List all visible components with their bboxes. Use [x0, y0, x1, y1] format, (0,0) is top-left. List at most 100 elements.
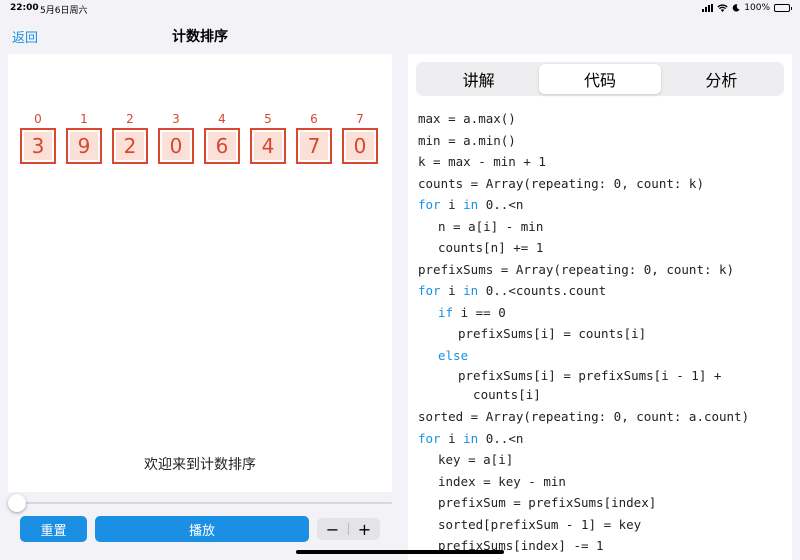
code-keyword: else	[438, 347, 469, 363]
array-index-label: 7	[356, 112, 364, 126]
status-indicators: 100%	[702, 3, 792, 13]
code-line: counts = Array(repeating: 0, count: k)	[418, 173, 749, 195]
code-line: else	[418, 345, 749, 367]
code-line: prefixSums[i] = counts[i]	[418, 323, 749, 345]
code-line: counts[n] += 1	[418, 237, 749, 259]
status-bar: 22:00 5月6日周六 100%	[0, 0, 800, 18]
code-keyword: in	[463, 283, 479, 298]
array-cell: 46	[204, 110, 240, 164]
array-index-label: 5	[264, 112, 272, 126]
code-text: 0..<n	[478, 430, 524, 446]
code-text: i	[440, 197, 464, 212]
status-message: 欢迎来到计数排序	[144, 457, 256, 473]
array-value: 2	[123, 134, 137, 158]
array-value-box: 9	[66, 128, 102, 164]
array-value-box: 0	[342, 128, 378, 164]
code-line: index = key - min	[418, 471, 749, 493]
navigation-bar: 返回 计数排序	[0, 18, 800, 52]
code-text: counts = Array(repeating: 0, count: k)	[418, 175, 704, 191]
array-value: 6	[215, 134, 229, 158]
code-text: prefixSum = prefixSums[index]	[438, 495, 657, 510]
array-value: 0	[169, 134, 183, 158]
code-panel: 讲解 代码 分析 max = a.max() min = a.min() k = max…	[408, 54, 792, 560]
code-text: k = max - min + 1	[418, 154, 546, 169]
array-cell: 67	[296, 110, 332, 164]
code-line: prefixSums = Array(repeating: 0, count: …	[418, 259, 749, 281]
array-value: 9	[77, 134, 91, 158]
progress-slider[interactable]	[8, 494, 392, 512]
code-line: n = a[i] - min	[418, 216, 749, 238]
moon-icon	[732, 4, 740, 12]
array-value: 0	[353, 134, 367, 158]
array-value: 3	[31, 134, 45, 158]
home-indicator	[296, 550, 504, 554]
code-text: counts[n] += 1	[438, 240, 544, 255]
code-text: sorted[prefixSum - 1] = key	[438, 516, 642, 532]
code-keyword: for	[418, 430, 441, 446]
reset-button[interactable]: 重置	[20, 516, 87, 542]
increment-button[interactable]: +	[349, 518, 380, 540]
wifi-icon	[717, 4, 728, 12]
code-line: if i == 0	[418, 302, 749, 324]
array-cell: 22	[112, 110, 148, 164]
code-text: prefixSums[i] = prefixSums[i - 1] + coun…	[458, 368, 722, 402]
visualization-panel: 0319223046546770 欢迎来到计数排序	[8, 54, 392, 492]
status-time: 22:00	[10, 3, 39, 13]
code-text: index = key - min	[438, 473, 566, 489]
code-line: for i in 0..<n	[418, 428, 749, 450]
code-line: prefixSums[i] = prefixSums[i - 1] + coun…	[418, 366, 749, 406]
code-view: max = a.max() min = a.min() k = max - min …	[418, 108, 749, 557]
page-title: 计数排序	[172, 29, 228, 45]
array-value-box: 3	[20, 128, 56, 164]
code-line: for i in 0..<counts.count	[418, 280, 749, 302]
code-keyword: if	[438, 304, 454, 320]
code-line: prefixSum = prefixSums[index]	[418, 492, 749, 514]
code-text: n = a[i] - min	[438, 218, 544, 234]
array-value-box: 2	[112, 128, 148, 164]
battery-percent: 100%	[744, 3, 770, 13]
back-button[interactable]: 返回	[12, 27, 38, 46]
array-value-box: 4	[250, 128, 286, 164]
code-keyword: in	[463, 197, 479, 212]
code-text: 0..<counts.count	[478, 283, 607, 298]
array-value-box: 0	[158, 128, 194, 164]
array-index-label: 1	[80, 112, 88, 126]
slider-thumb[interactable]	[8, 494, 26, 512]
array-cell: 03	[20, 110, 56, 164]
array-index-label: 0	[34, 112, 42, 126]
tab-control: 讲解 代码 分析	[416, 62, 784, 96]
code-text: i	[440, 283, 464, 298]
code-text: i == 0	[453, 304, 506, 320]
code-keyword: for	[418, 283, 441, 298]
code-line: for i in 0..<n	[418, 194, 749, 216]
array-view: 0319223046546770	[20, 110, 378, 164]
array-value-box: 7	[296, 128, 332, 164]
code-text: prefixSums = Array(repeating: 0, count: …	[418, 261, 735, 277]
decrement-button[interactable]: −	[317, 518, 348, 540]
code-line: sorted[prefixSum - 1] = key	[418, 514, 749, 536]
tab-0[interactable]: 讲解	[418, 64, 539, 94]
code-text: 0..<n	[478, 197, 524, 212]
tab-1[interactable]: 代码	[539, 64, 661, 94]
code-line: max = a.max()	[418, 108, 749, 130]
slider-track	[8, 502, 392, 504]
array-index-label: 6	[310, 112, 318, 126]
code-keyword: in	[463, 430, 479, 446]
code-keyword: for	[418, 197, 441, 212]
code-text: prefixSums[i] = counts[i]	[458, 326, 647, 341]
status-date: 5月6日周六	[40, 6, 88, 16]
array-value: 4	[261, 134, 275, 158]
array-cell: 30	[158, 110, 194, 164]
array-index-label: 2	[126, 112, 134, 126]
tab-2[interactable]: 分析	[661, 64, 782, 94]
code-line: sorted = Array(repeating: 0, count: a.co…	[418, 406, 749, 428]
code-text: max = a.max()	[418, 111, 516, 126]
code-line: min = a.min()	[418, 130, 749, 152]
array-cell: 54	[250, 110, 286, 164]
code-line: key = a[i]	[418, 449, 749, 471]
play-button[interactable]: 播放	[95, 516, 309, 542]
array-cell: 19	[66, 110, 102, 164]
array-index-label: 3	[172, 112, 180, 126]
code-text: key = a[i]	[438, 452, 514, 467]
code-text: sorted = Array(repeating: 0, count: a.co…	[418, 409, 750, 424]
